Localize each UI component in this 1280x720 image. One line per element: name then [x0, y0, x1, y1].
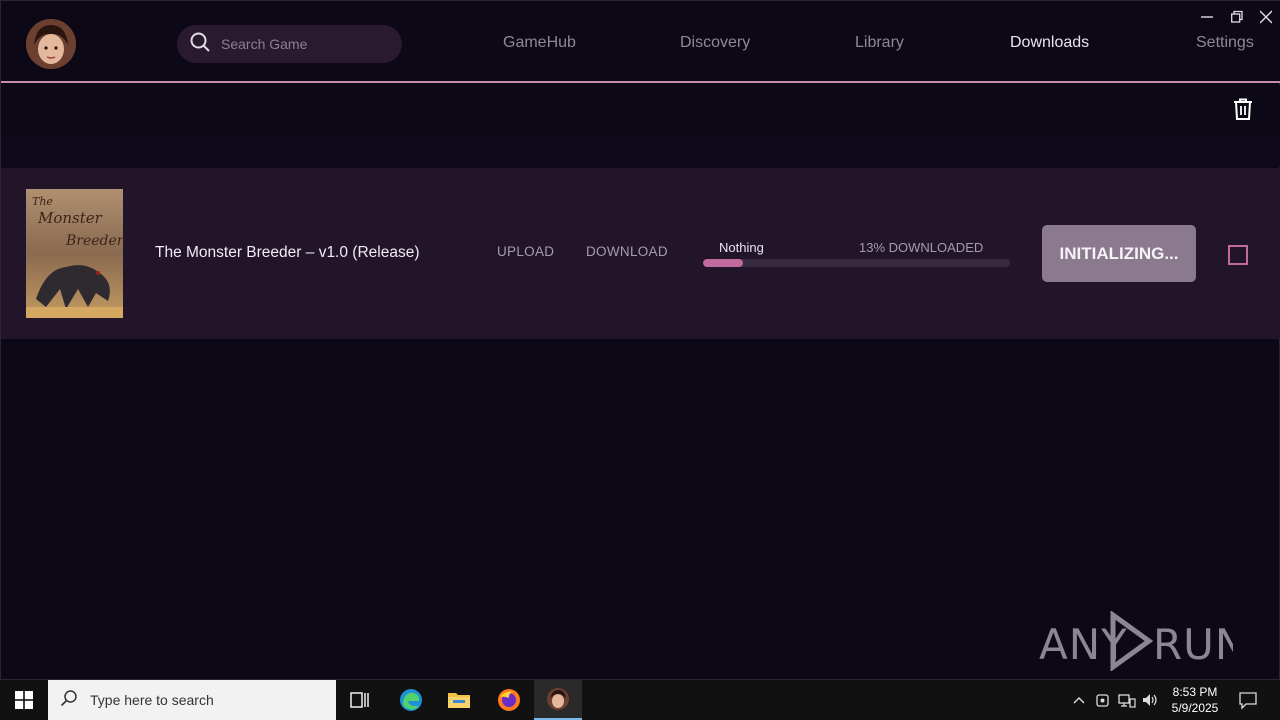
windows-start-icon[interactable] [0, 680, 48, 720]
trash-icon[interactable] [1231, 97, 1255, 121]
network-icon[interactable] [1117, 690, 1137, 710]
notification-icon[interactable] [1238, 690, 1258, 710]
search-icon [189, 31, 211, 58]
task-view-icon[interactable] [336, 680, 384, 720]
list-header-strip [1, 137, 1280, 167]
meet-now-icon[interactable] [1093, 690, 1113, 710]
taskbar-search-placeholder: Type here to search [90, 692, 214, 708]
volume-icon[interactable] [1141, 690, 1161, 710]
chevron-up-icon[interactable] [1069, 690, 1089, 710]
download-row: The Monster Breeder The Monster Breeder … [1, 168, 1280, 339]
search-input[interactable] [221, 36, 391, 52]
svg-text:The: The [32, 195, 53, 208]
close-icon[interactable] [1256, 7, 1276, 27]
download-link[interactable]: DOWNLOAD [586, 244, 668, 259]
file-explorer-icon[interactable] [435, 680, 483, 720]
initializing-button[interactable]: INITIALIZING... [1042, 225, 1196, 282]
nav-discovery[interactable]: Discovery [680, 34, 750, 52]
nav-library[interactable]: Library [855, 34, 904, 52]
user-avatar[interactable] [26, 19, 76, 69]
upload-link[interactable]: UPLOAD [497, 244, 554, 259]
taskbar: Type here to search 8:53 PM 5/9/2025 [0, 680, 1280, 720]
app-window: GameHub Discovery Library Downloads Sett… [0, 0, 1280, 680]
restore-icon[interactable] [1227, 7, 1247, 27]
taskbar-clock[interactable]: 8:53 PM 5/9/2025 [1165, 684, 1225, 716]
svg-text:Monster: Monster [37, 209, 103, 227]
progress-bar [703, 259, 1010, 267]
game-cover-image: The Monster Breeder [26, 189, 123, 318]
edge-icon[interactable] [387, 680, 435, 720]
svg-text:Breeder: Breeder [65, 233, 123, 249]
select-checkbox[interactable] [1228, 245, 1248, 265]
progress-bar-fill [703, 259, 743, 267]
game-title: The Monster Breeder – v1.0 (Release) [155, 244, 420, 261]
downloads-toolbar [1, 85, 1280, 137]
clock-time: 8:53 PM [1172, 685, 1218, 699]
firefox-icon[interactable] [485, 680, 533, 720]
search-box[interactable] [177, 25, 402, 63]
minimize-icon[interactable] [1197, 7, 1217, 27]
download-percent-text: 13% DOWNLOADED [859, 240, 984, 255]
app-icon[interactable] [534, 680, 582, 720]
nav-downloads[interactable]: Downloads [1010, 34, 1089, 52]
svg-text:RUN: RUN [1153, 620, 1233, 669]
clock-date: 5/9/2025 [1171, 701, 1219, 715]
nav-gamehub[interactable]: GameHub [503, 34, 576, 52]
download-status-text: Nothing [719, 240, 764, 255]
anyrun-watermark: ANY RUN [1039, 611, 1233, 671]
taskbar-search-icon [60, 689, 78, 712]
header: GameHub Discovery Library Downloads Sett… [1, 1, 1280, 83]
nav-settings[interactable]: Settings [1196, 34, 1254, 52]
taskbar-search[interactable]: Type here to search [48, 680, 336, 720]
